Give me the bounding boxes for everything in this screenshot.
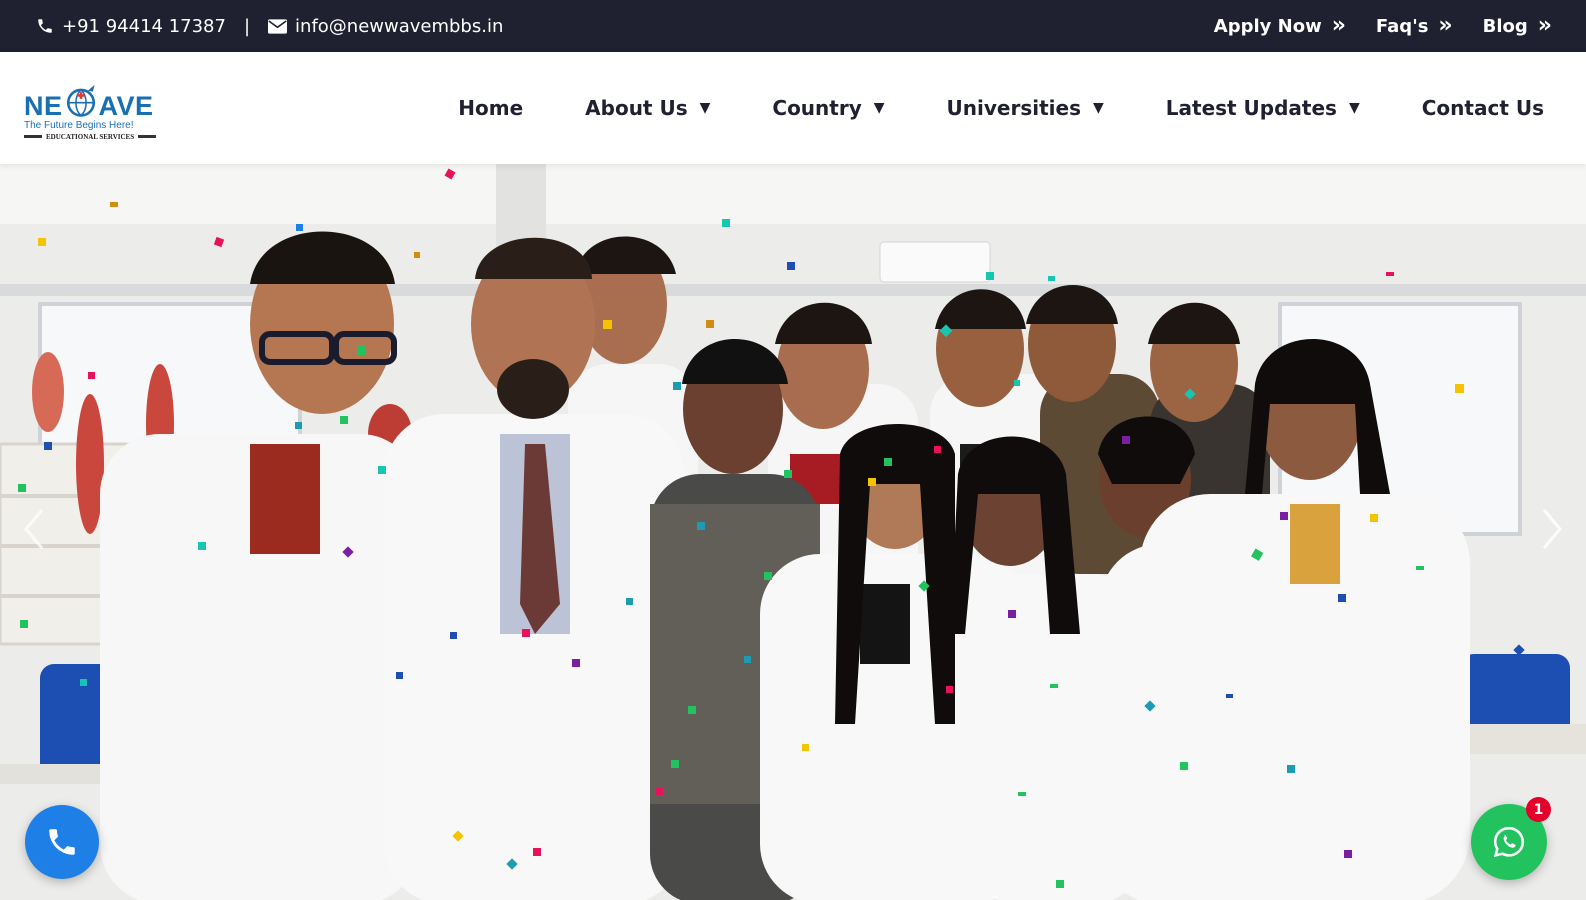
caret-down-icon: ▼	[699, 100, 711, 116]
logo-divider	[138, 135, 157, 138]
nav-country-label: Country	[772, 96, 862, 120]
nav-universities-label: Universities	[946, 96, 1081, 120]
nav-latest-updates-label: Latest Updates	[1165, 96, 1337, 120]
logo-subtitle: EDUCATIONAL SERVICES	[46, 132, 135, 141]
caret-down-icon: ▼	[873, 100, 885, 116]
double-chevron-icon: »	[1331, 13, 1346, 38]
blog-link[interactable]: Blog »	[1483, 15, 1552, 37]
nav-about-us[interactable]: About Us ▼	[585, 96, 710, 120]
slider-next-button[interactable]	[1538, 504, 1568, 554]
contact-info: +91 94414 17387 | info@newwavembbs.in	[36, 16, 503, 37]
whatsapp-icon	[1493, 826, 1525, 858]
site-logo[interactable]: NE AVE The Future Begins Here! EDUCATION…	[24, 76, 164, 141]
apply-now-link[interactable]: Apply Now »	[1214, 15, 1346, 37]
logo-tagline: The Future Begins Here!	[24, 119, 134, 131]
apply-now-label: Apply Now	[1213, 15, 1322, 37]
nav-home[interactable]: Home	[458, 96, 523, 120]
notification-badge: 1	[1526, 797, 1551, 822]
chevron-right-icon	[1542, 509, 1562, 549]
envelope-icon	[268, 18, 288, 34]
phone-icon	[49, 829, 75, 855]
globe-icon	[66, 84, 95, 117]
email-link[interactable]: info@newwavembbs.in	[268, 16, 503, 37]
caret-down-icon: ▼	[1348, 100, 1360, 116]
double-chevron-icon: »	[1537, 13, 1552, 38]
call-button[interactable]	[25, 805, 99, 879]
hero-image	[0, 164, 1586, 900]
nav-universities[interactable]: Universities ▼	[947, 96, 1104, 120]
logo-mark: NE AVE	[24, 76, 164, 122]
chevron-left-icon	[24, 509, 44, 549]
nav-country[interactable]: Country ▼	[772, 96, 884, 120]
nav-contact-us-label: Contact Us	[1421, 96, 1544, 120]
nav-contact-us[interactable]: Contact Us	[1422, 96, 1544, 120]
nav-home-label: Home	[458, 96, 524, 120]
logo-text-left: NE	[24, 90, 63, 121]
hero-slider	[0, 164, 1586, 900]
main-nav: Home About Us ▼ Country ▼ Universities ▼…	[458, 96, 1544, 120]
faqs-label: Faq's	[1375, 15, 1429, 37]
phone-link[interactable]: +91 94414 17387	[36, 16, 226, 37]
phone-icon	[38, 19, 52, 33]
blog-label: Blog	[1482, 15, 1528, 37]
main-header: NE AVE The Future Begins Here! EDUCATION…	[0, 52, 1586, 164]
logo-text-right: AVE	[98, 90, 154, 121]
caret-down-icon: ▼	[1092, 100, 1104, 116]
quick-links: Apply Now » Faq's » Blog »	[1214, 15, 1552, 37]
faqs-link[interactable]: Faq's »	[1376, 15, 1453, 37]
nav-about-us-label: About Us	[585, 96, 688, 120]
double-chevron-icon: »	[1438, 13, 1453, 38]
contact-separator: |	[243, 15, 251, 37]
logo-divider	[24, 135, 42, 138]
nav-latest-updates[interactable]: Latest Updates ▼	[1166, 96, 1360, 120]
logo-subtitle-row: EDUCATIONAL SERVICES	[24, 133, 164, 141]
slider-prev-button[interactable]	[18, 504, 48, 554]
top-bar: +91 94414 17387 | info@newwavembbs.in Ap…	[0, 0, 1586, 52]
email-address: info@newwavembbs.in	[295, 15, 504, 37]
phone-number: +91 94414 17387	[62, 15, 226, 37]
